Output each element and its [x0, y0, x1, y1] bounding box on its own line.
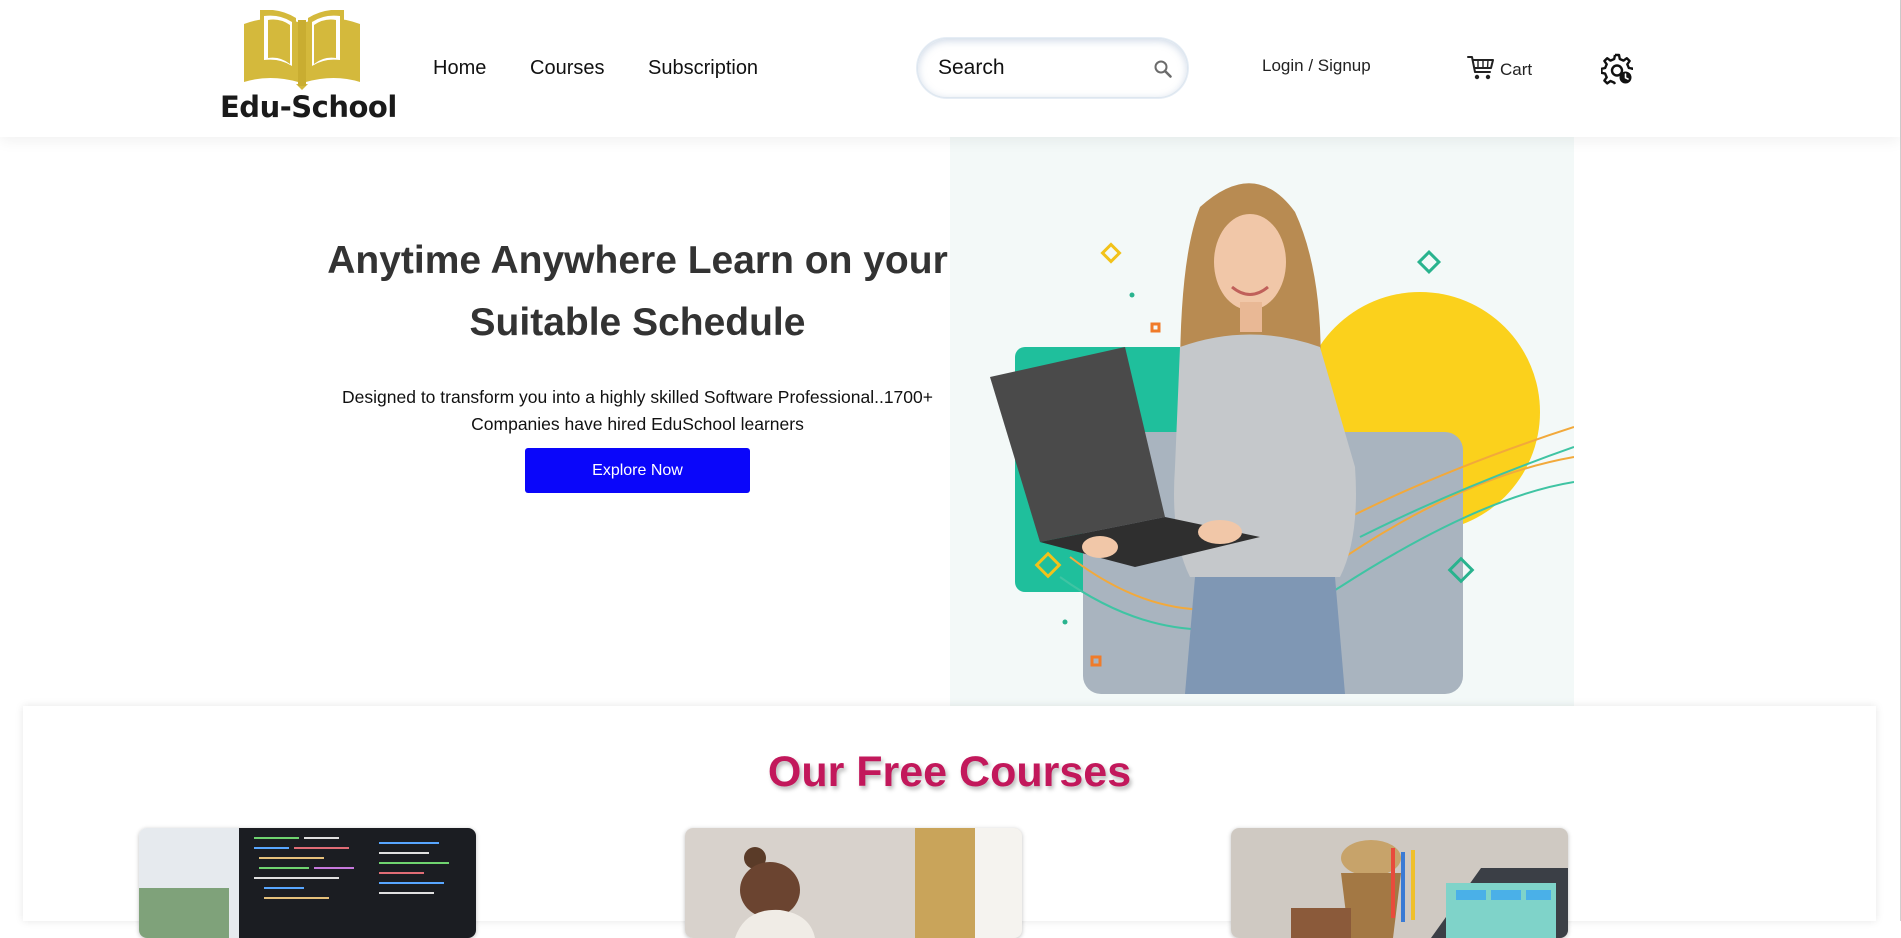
- free-courses-section: Our Free Courses: [23, 706, 1876, 938]
- search-input[interactable]: [936, 52, 1140, 84]
- cart-label: Cart: [1500, 60, 1533, 79]
- brand-logo[interactable]: Edu-School: [218, 8, 397, 126]
- nav-link-courses[interactable]: Courses: [530, 57, 604, 80]
- search-icon[interactable]: [1153, 59, 1173, 79]
- gear-icon[interactable]: [1601, 53, 1633, 85]
- hero-section: Anytime Anywhere Learn on your Suitable …: [305, 230, 970, 438]
- navbar: Edu-School Home Courses Subscription Log…: [0, 0, 1900, 137]
- course-card[interactable]: [685, 828, 1022, 938]
- hero-illustration: [950, 137, 1574, 717]
- course-card[interactable]: [139, 828, 476, 938]
- search-box: [917, 38, 1188, 98]
- nav-link-home[interactable]: Home: [433, 57, 486, 80]
- free-courses-title: Our Free Courses: [767, 748, 1132, 796]
- brand-name: Edu-School: [220, 90, 397, 124]
- woman-studying-image: [685, 828, 1022, 938]
- explore-now-button[interactable]: Explore Now: [525, 448, 750, 493]
- laptop-and-pencils-image: [1231, 828, 1568, 938]
- cart-icon: [1467, 56, 1494, 80]
- book-logo-icon: [244, 10, 360, 90]
- course-card[interactable]: [1231, 828, 1568, 938]
- login-signup-link[interactable]: Login / Signup: [1262, 56, 1371, 76]
- code-on-monitor-image: [139, 828, 476, 938]
- nav-link-subscription[interactable]: Subscription: [648, 57, 758, 80]
- hero-subtitle: Designed to transform you into a highly …: [342, 387, 933, 434]
- hero-title: Anytime Anywhere Learn on your Suitable …: [327, 239, 948, 344]
